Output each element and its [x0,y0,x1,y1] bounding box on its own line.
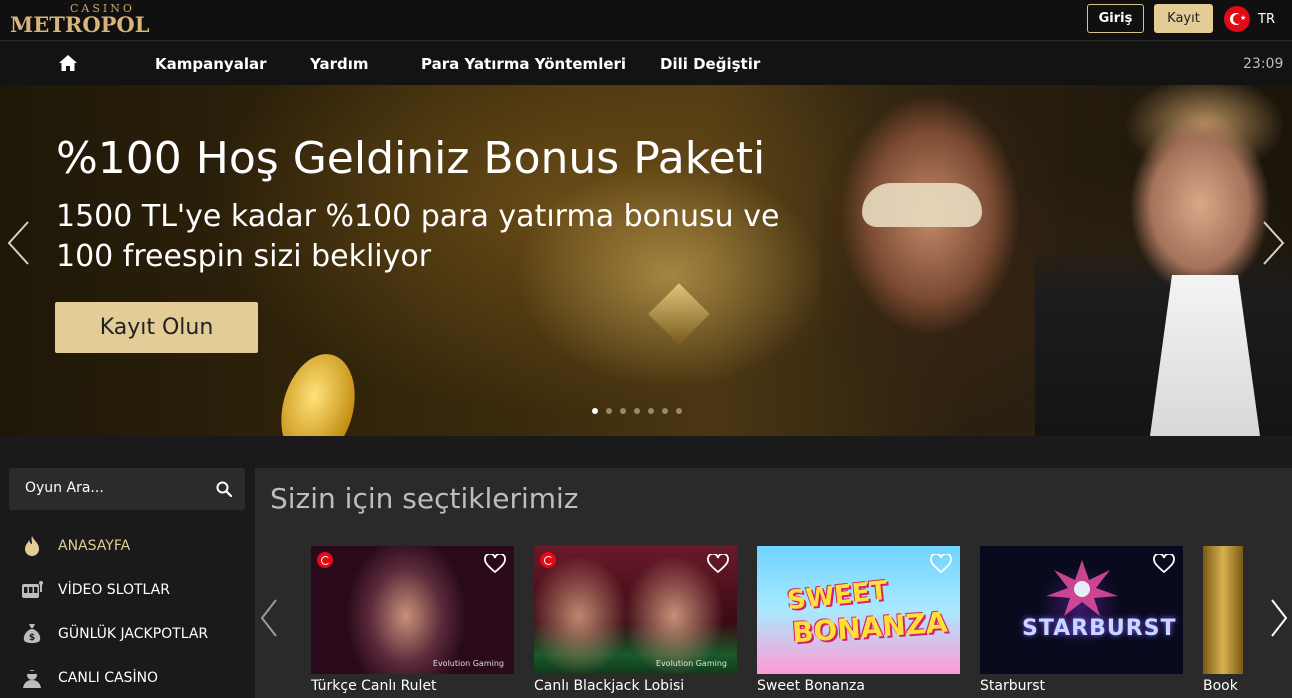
flame-icon [20,534,44,558]
masked-woman-image [820,95,1060,436]
game-title[interactable]: Canlı Blackjack Lobisi [534,678,684,694]
games-prev-arrow-icon[interactable] [259,598,279,638]
games-next-arrow-icon[interactable] [1269,598,1289,638]
sidebar-item-label: VİDEO SLOTLAR [58,582,170,598]
game-title[interactable]: Sweet Bonanza [757,678,865,694]
dealer-icon [20,666,44,690]
login-button[interactable]: Giriş [1087,4,1144,33]
logo-big-text: METROPOL [10,12,150,37]
venetian-mask-image [862,183,982,227]
slide-dot[interactable] [676,408,682,414]
recommended-games-panel: Sizin için seçtiklerimiz Evolution Gamin… [255,468,1292,698]
game-title[interactable]: Türkçe Canlı Rulet [311,678,437,694]
register-button[interactable]: Kayıt [1154,4,1213,33]
sidebar-item-label: ANASAYFA [58,538,131,554]
top-bar: CASINO METROPOL Giriş Kayıt ★ TR [0,0,1292,41]
heart-icon[interactable] [930,554,952,574]
turkey-flag-icon [540,552,556,568]
slide-dot[interactable] [592,408,598,414]
nav-item-help[interactable]: Yardım [310,55,369,73]
slide-dot[interactable] [620,408,626,414]
game-title[interactable]: Starburst [980,678,1045,694]
svg-text:$: $ [29,633,35,643]
home-icon[interactable] [58,54,78,72]
star-icon [1046,560,1118,616]
slide-dot[interactable] [634,408,640,414]
sidebar-item-live-casino[interactable]: CANLI CASİNO [20,665,158,691]
game-logo-text: STARBURST [1022,616,1177,641]
turkey-flag-icon [317,552,333,568]
clock: 23:09 [1243,56,1284,72]
gold-coin-image [269,345,367,436]
sidebar-item-daily-jackpots[interactable]: $ GÜNLÜK JACKPOTLAR [20,621,208,647]
game-tile[interactable]: Evolution Gaming [311,546,514,674]
language-selector[interactable]: ★ TR [1224,6,1275,32]
hero-next-arrow-icon[interactable] [1260,220,1286,266]
slot-machine-icon [20,578,44,602]
nav-item-campaigns[interactable]: Kampanyalar [155,55,266,73]
logo[interactable]: CASINO METROPOL [10,2,149,38]
section-title: Sizin için seçtiklerimiz [270,482,579,515]
slide-dot[interactable] [648,408,654,414]
hero-register-button[interactable]: Kayıt Olun [55,302,258,353]
sidebar-item-label: GÜNLÜK JACKPOTLAR [58,626,209,642]
hero-subtitle: 1500 TL'ye kadar %100 para yatırma bonus… [56,199,780,274]
game-tile[interactable] [1203,546,1243,674]
provider-logo: Evolution Gaming [655,659,727,668]
hero-title: %100 Hoş Geldiniz Bonus Paketi [56,133,766,184]
provider-logo: Evolution Gaming [432,659,504,668]
sidebar-item-label: CANLI CASİNO [58,670,159,686]
hero-prev-arrow-icon[interactable] [6,220,32,266]
language-code: TR [1258,11,1275,27]
sidebar-item-home[interactable]: ANASAYFA [20,533,130,559]
game-tile[interactable]: STARBURST [980,546,1183,674]
nav-item-change-language[interactable]: Dili Değiştir [660,55,760,73]
sidebar-item-video-slots[interactable]: VİDEO SLOTLAR [20,577,170,603]
main-nav: Kampanyalar Yardım Para Yatırma Yöntemle… [0,42,1292,85]
turkey-flag-icon: ★ [1224,6,1250,32]
game-tile[interactable]: Evolution Gaming [534,546,737,674]
heart-icon[interactable] [1153,554,1175,574]
slide-dot[interactable] [606,408,612,414]
search-input[interactable]: Oyun Ara... [25,480,104,496]
search-icon[interactable] [216,481,232,497]
slide-dot[interactable] [662,408,668,414]
money-bag-icon: $ [20,622,44,646]
heart-icon[interactable] [707,554,729,574]
nav-item-deposit-methods[interactable]: Para Yatırma Yöntemleri [421,55,626,73]
heart-icon[interactable] [484,554,506,574]
hero-banner: %100 Hoş Geldiniz Bonus Paketi 1500 TL'y… [0,85,1292,436]
game-tile[interactable]: SWEET BONANZA [757,546,960,674]
slide-indicators [592,408,682,414]
game-title[interactable]: Book o [1203,678,1243,694]
diamond-image [648,283,710,345]
game-search[interactable]: Oyun Ara... [9,468,245,510]
